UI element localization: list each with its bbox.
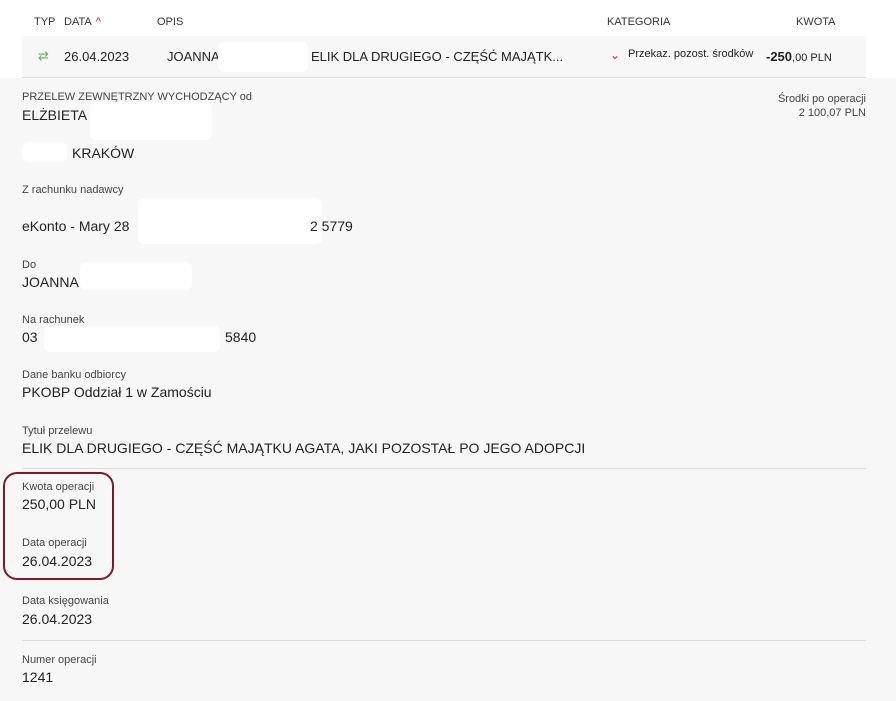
column-header-data-label: DATA (64, 16, 92, 28)
to-account-suffix: 5840 (225, 329, 257, 345)
divider (22, 468, 866, 469)
transfer-title-label: Tytuł przelewu (22, 425, 93, 437)
from-account-label: Z rachunku nadawcy (22, 184, 124, 196)
highlight-annotation (3, 472, 114, 580)
column-header-kategoria[interactable]: KATEGORIA (607, 16, 670, 28)
transaction-row[interactable]: ⇄ 26.04.2023 JOANNA ELIK DLA DRUGIEGO - … (22, 36, 866, 78)
to-label: Do (22, 259, 37, 271)
transaction-details: PRZELEW ZEWNĘTRZNY WYCHODZĄCY od ELŻBIET… (0, 78, 896, 701)
redaction-mask (218, 42, 308, 72)
redaction-mask (22, 142, 67, 162)
row-date: 26.04.2023 (64, 49, 130, 64)
row-amount-main: -250 (766, 49, 793, 64)
balance-label: Środki po operacji (777, 93, 866, 105)
divider (22, 640, 866, 641)
balance-value: 2 100,07 PLN (798, 107, 866, 119)
table-header: TYP DATA ^ OPIS KATEGORIA KWOTA (0, 0, 896, 36)
chevron-down-icon[interactable]: ⌄ (610, 48, 620, 62)
from-account-suffix: 2 5779 (310, 218, 353, 234)
booking-date-value: 26.04.2023 (22, 611, 93, 627)
redaction-mask (80, 262, 192, 290)
redaction-mask (44, 326, 220, 352)
redaction-mask (90, 102, 212, 140)
column-header-kwota[interactable]: KWOTA (796, 16, 836, 28)
redaction-mask (138, 198, 322, 244)
to-name: JOANNA (22, 274, 79, 290)
transfer-arrows-icon: ⇄ (38, 48, 49, 63)
operation-number-value: 1241 (22, 669, 54, 685)
column-header-opis[interactable]: OPIS (157, 16, 183, 28)
to-account-label: Na rachunek (22, 314, 85, 326)
row-category[interactable]: Przekaz. pozost. środków (628, 48, 753, 60)
column-header-typ[interactable]: TYP (34, 16, 55, 28)
row-amount-rest: ,00 PLN (792, 52, 832, 64)
row-amount: -250,00 PLN (766, 49, 832, 64)
operation-number-label: Numer operacji (22, 654, 97, 666)
transfer-title-value: ELIK DLA DRUGIEGO - CZĘŚĆ MAJĄTKU AGATA,… (22, 440, 586, 456)
row-name: JOANNA (167, 49, 220, 64)
chevron-up-icon: ^ (95, 16, 101, 28)
bank-label: Dane banku odbiorcy (22, 369, 126, 381)
row-title: ELIK DLA DRUGIEGO - CZĘŚĆ MAJĄTK... (311, 49, 564, 64)
sender-city: KRAKÓW (72, 145, 135, 161)
column-header-data[interactable]: DATA ^ (64, 16, 101, 28)
from-account-prefix: eKonto - Mary 28 (22, 218, 130, 234)
bank-value: PKOBP Oddział 1 w Zamościu (22, 384, 212, 400)
sender-name: ELŻBIETA (22, 107, 88, 123)
to-account-prefix: 03 (22, 329, 38, 345)
booking-date-label: Data księgowania (22, 595, 109, 607)
